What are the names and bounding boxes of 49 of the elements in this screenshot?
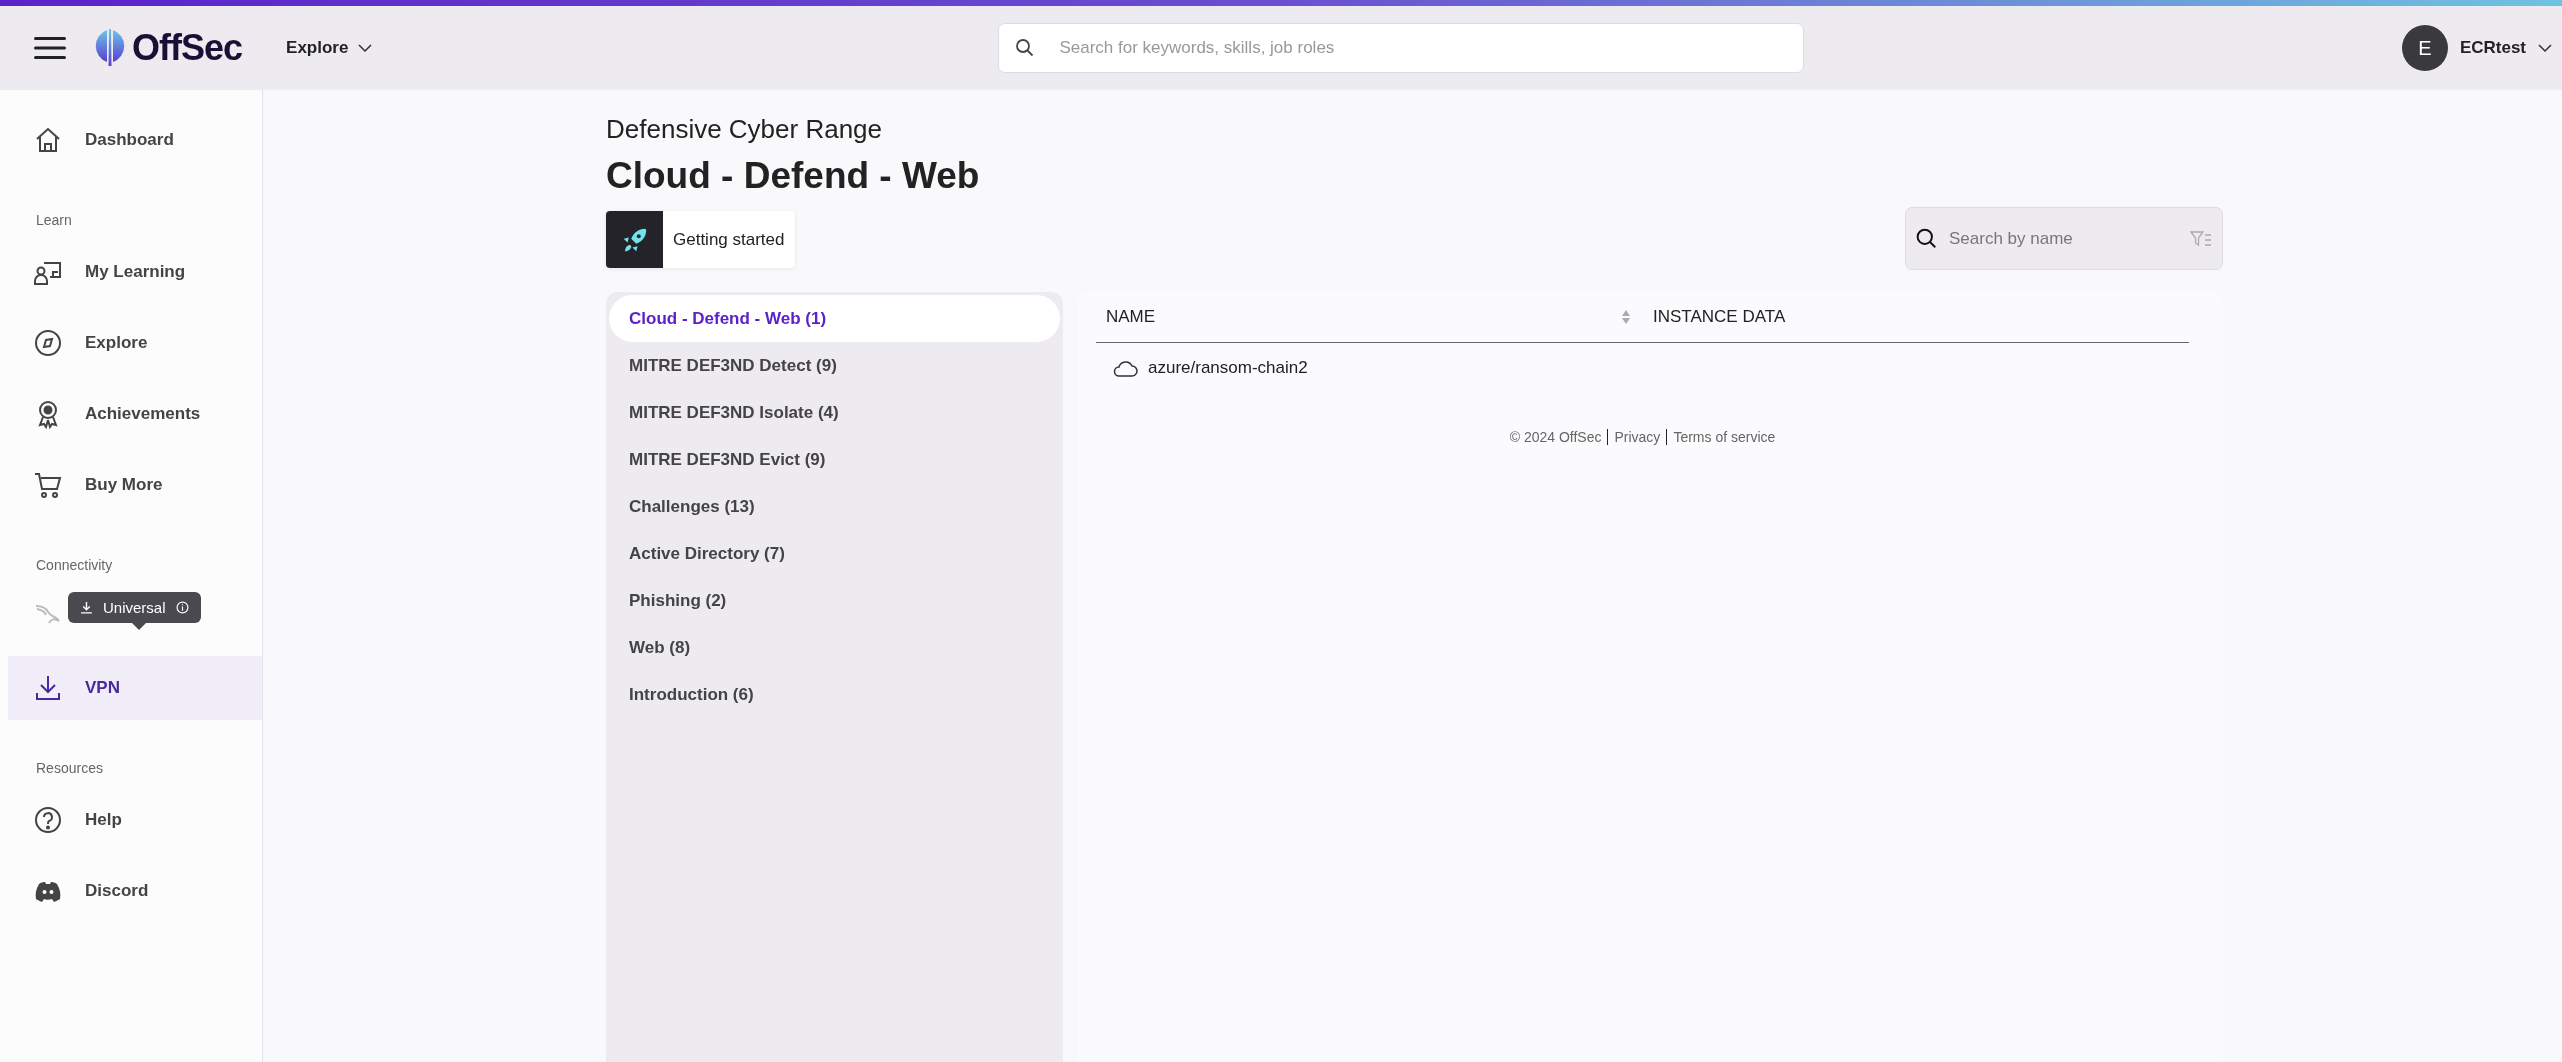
nav-item[interactable]: Dashboard <box>8 108 262 172</box>
nav-item[interactable]: Universal <box>8 585 262 649</box>
nav-item[interactable]: Help <box>8 788 262 852</box>
getting-started-button[interactable]: Getting started <box>606 211 795 268</box>
category-item[interactable]: Introduction (6) <box>609 671 1060 718</box>
nav-item[interactable]: Achievements <box>8 382 262 446</box>
category-item[interactable]: MITRE DEF3ND Evict (9) <box>609 436 1060 483</box>
category-item[interactable]: Cloud - Defend - Web (1) <box>609 295 1060 342</box>
user-avatar[interactable]: E <box>2401 25 2448 71</box>
chevron-down-icon[interactable] <box>2538 44 2552 52</box>
category-item[interactable]: MITRE DEF3ND Detect (9) <box>609 342 1060 389</box>
brand-name: OffSec <box>132 27 243 69</box>
info-icon <box>175 601 189 614</box>
chevron-down-icon[interactable] <box>358 44 373 52</box>
category-item[interactable]: Active Directory (7) <box>609 530 1060 577</box>
category-item[interactable]: MITRE DEF3ND Isolate (4) <box>609 389 1060 436</box>
cloud-icon <box>1112 359 1138 377</box>
search-input[interactable]: Search by name <box>1947 207 2190 270</box>
download-icon <box>33 673 63 703</box>
cart-icon <box>33 470 63 500</box>
page-title: Cloud - Defend - Web <box>606 155 981 197</box>
search-icon <box>1916 227 1938 250</box>
column-header[interactable]: NAME <box>1106 307 1156 327</box>
tooltip-text: Universal <box>103 599 166 616</box>
footer-link[interactable]: Privacy <box>1614 429 1661 445</box>
explore-menu[interactable]: Explore <box>286 38 373 58</box>
section-label: Connectivity <box>35 556 114 575</box>
search-field[interactable]: Search by name <box>1905 207 2223 270</box>
column-header[interactable]: INSTANCE DATA <box>1643 307 1786 327</box>
page-kicker: Defensive Cyber Range <box>606 114 884 145</box>
nav-item[interactable]: Discord <box>8 859 262 923</box>
user-name[interactable]: ECRtest <box>2459 38 2526 58</box>
search-icon <box>1015 38 1036 58</box>
nav-item[interactable]: Explore <box>8 311 262 375</box>
category-item[interactable]: Phishing (2) <box>609 577 1060 624</box>
footer-link[interactable]: Terms of service <box>1673 429 1776 445</box>
section-label: Resources <box>35 759 104 778</box>
category-item[interactable]: Challenges (13) <box>609 483 1060 530</box>
nav-item[interactable]: My Learning <box>8 240 262 304</box>
section-label: Learn <box>35 211 73 230</box>
menu-icon[interactable] <box>34 37 66 59</box>
category-item[interactable]: Web (8) <box>609 624 1060 671</box>
table-cell[interactable]: azure/ransom-chain2 <box>1148 358 1308 378</box>
help-icon <box>33 805 63 835</box>
compass-icon <box>33 328 63 358</box>
download-icon <box>80 601 93 614</box>
nav-item[interactable]: VPN <box>8 656 262 720</box>
copyright-text: © 2024 OffSec <box>1509 429 1602 445</box>
nav-item[interactable]: Buy More <box>8 453 262 517</box>
